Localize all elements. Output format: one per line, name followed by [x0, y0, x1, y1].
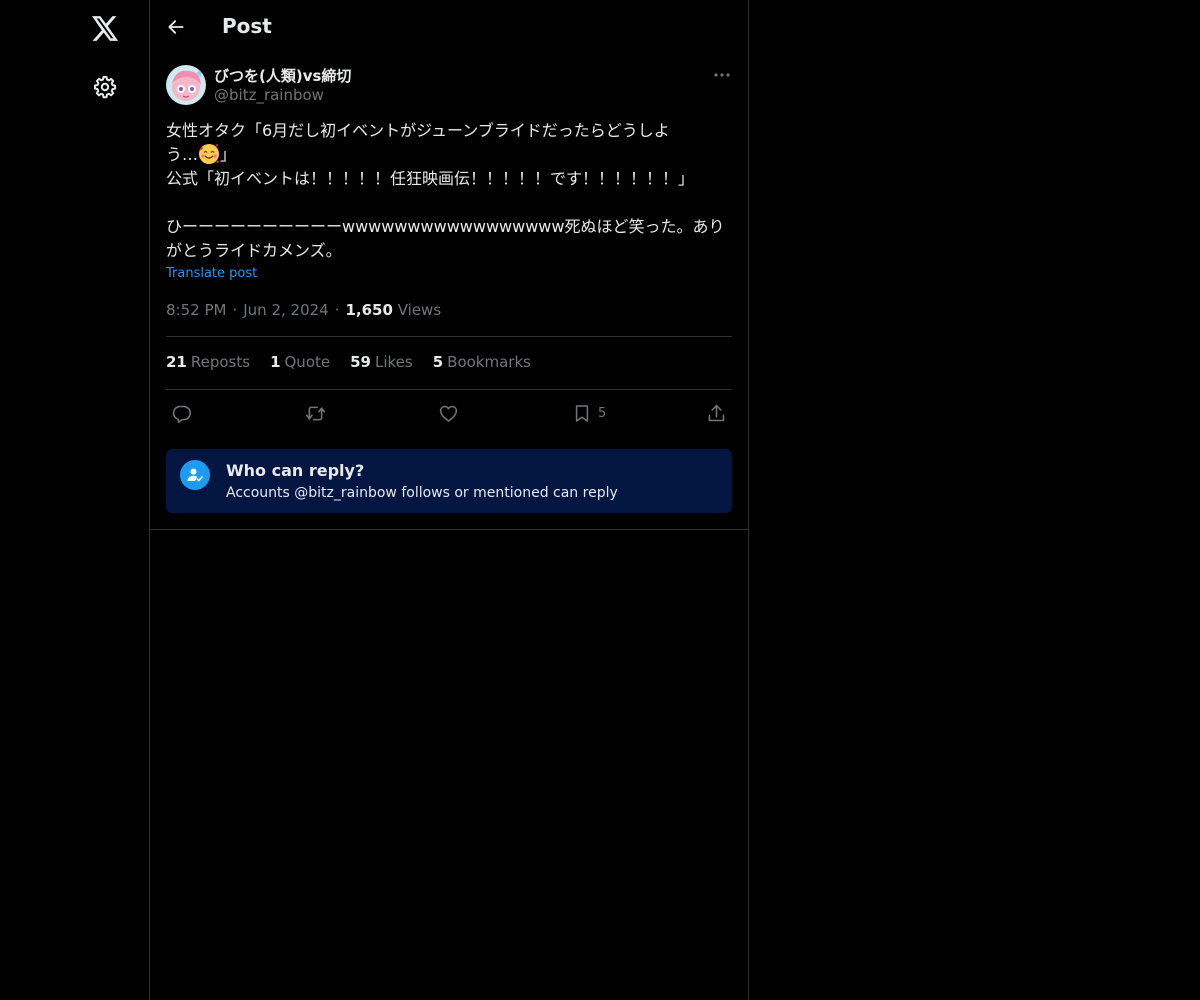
views-count: 1,650 [345, 301, 393, 319]
reply-restriction-description: Accounts @bitz_rainbow follows or mentio… [226, 485, 618, 501]
post-text-segment: う… [166, 145, 199, 164]
views-label: Views [397, 301, 442, 319]
x-logo-icon[interactable] [83, 6, 127, 50]
post-text-line: がとうライドカメンズ。 [166, 241, 342, 260]
reply-button[interactable] [171, 401, 192, 425]
arrow-left-icon [168, 20, 184, 34]
share-icon [708, 404, 725, 421]
translate-post-link[interactable]: Translate post [166, 266, 257, 281]
quotes-label: Quote [284, 353, 331, 371]
app: Post びつを(人類)vs締切 @bitz_rainbow 女性オタク「6月だ… [0, 0, 1200, 1000]
like-button[interactable] [438, 401, 459, 425]
author-display-name[interactable]: びつを(人類)vs締切 [214, 65, 351, 86]
smiling-face-with-hearts-icon [198, 143, 220, 165]
post-stats: 21 Reposts 1 Quote 59 Likes 5 Bookmarks [166, 353, 531, 375]
bookmarks-count: 5 [432, 353, 444, 371]
share-button[interactable] [706, 401, 727, 425]
reply-restriction-title: Who can reply? [226, 461, 365, 480]
likes-label: Likes [374, 353, 413, 371]
repost-button[interactable] [304, 401, 327, 425]
quotes-stat[interactable]: 1 Quote [270, 353, 330, 375]
repost-icon [305, 406, 326, 420]
post-text: 女性オタク「6月だし初イベントがジューンブライドだったらどうしよ う… 」 公式… [166, 119, 734, 263]
post-metadata: 8:52 PM · Jun 2, 2024 · 1,650 Views [166, 301, 441, 319]
page-title: Post [222, 14, 272, 38]
ellipsis-icon [714, 73, 730, 77]
post-text-line [166, 191, 734, 215]
author-handle[interactable]: @bitz_rainbow [214, 86, 324, 104]
top-bar: Post [150, 0, 748, 53]
divider [166, 389, 732, 390]
likes-stat[interactable]: 59 Likes [350, 353, 413, 375]
post-time[interactable]: 8:52 PM [166, 301, 226, 319]
bookmark-count: 5 [598, 405, 607, 421]
bookmark-button[interactable]: 5 [572, 401, 606, 425]
post-date[interactable]: Jun 2, 2024 [243, 301, 328, 319]
reposts-count: 21 [166, 353, 187, 371]
heart-icon [439, 405, 458, 422]
reply-restriction-notice: Who can reply? Accounts @bitz_rainbow fo… [166, 449, 732, 513]
separator: · [334, 301, 340, 319]
more-options-button[interactable] [708, 63, 736, 87]
bookmarks-label: Bookmarks [447, 353, 531, 371]
bookmarks-stat[interactable]: 5 Bookmarks [433, 353, 531, 375]
reposts-stat[interactable]: 21 Reposts [166, 353, 250, 375]
left-navigation [0, 0, 150, 1000]
main-column: Post びつを(人類)vs締切 @bitz_rainbow 女性オタク「6月だ… [150, 0, 749, 1000]
likes-count: 59 [350, 353, 371, 371]
post-text-line: 公式「初イベントは！！！！！任狂映画伝！！！！！です！！！！！！」 [166, 169, 695, 188]
bookmark-icon [575, 404, 589, 422]
post-text-line: ひーーーーーーーーーーwwwwwwwwwwwwwwwww死ぬほど笑った。あり [166, 217, 725, 236]
back-button[interactable] [158, 9, 194, 45]
post-detail: びつを(人類)vs締切 @bitz_rainbow 女性オタク「6月だし初イベン… [150, 53, 748, 530]
post-text-segment: 」 [220, 145, 237, 164]
post-actions-bar: 5 [166, 401, 732, 425]
separator: · [232, 301, 238, 319]
quotes-count: 1 [270, 353, 281, 371]
post-text-line: 女性オタク「6月だし初イベントがジューンブライドだったらどうしよ [166, 121, 670, 140]
post-text-line: う… 」 [166, 143, 734, 167]
gear-icon[interactable] [83, 65, 127, 109]
reply-icon [172, 405, 192, 423]
reposts-label: Reposts [190, 353, 251, 371]
divider [166, 336, 732, 337]
person-check-icon [180, 460, 210, 490]
avatar[interactable] [166, 65, 206, 105]
